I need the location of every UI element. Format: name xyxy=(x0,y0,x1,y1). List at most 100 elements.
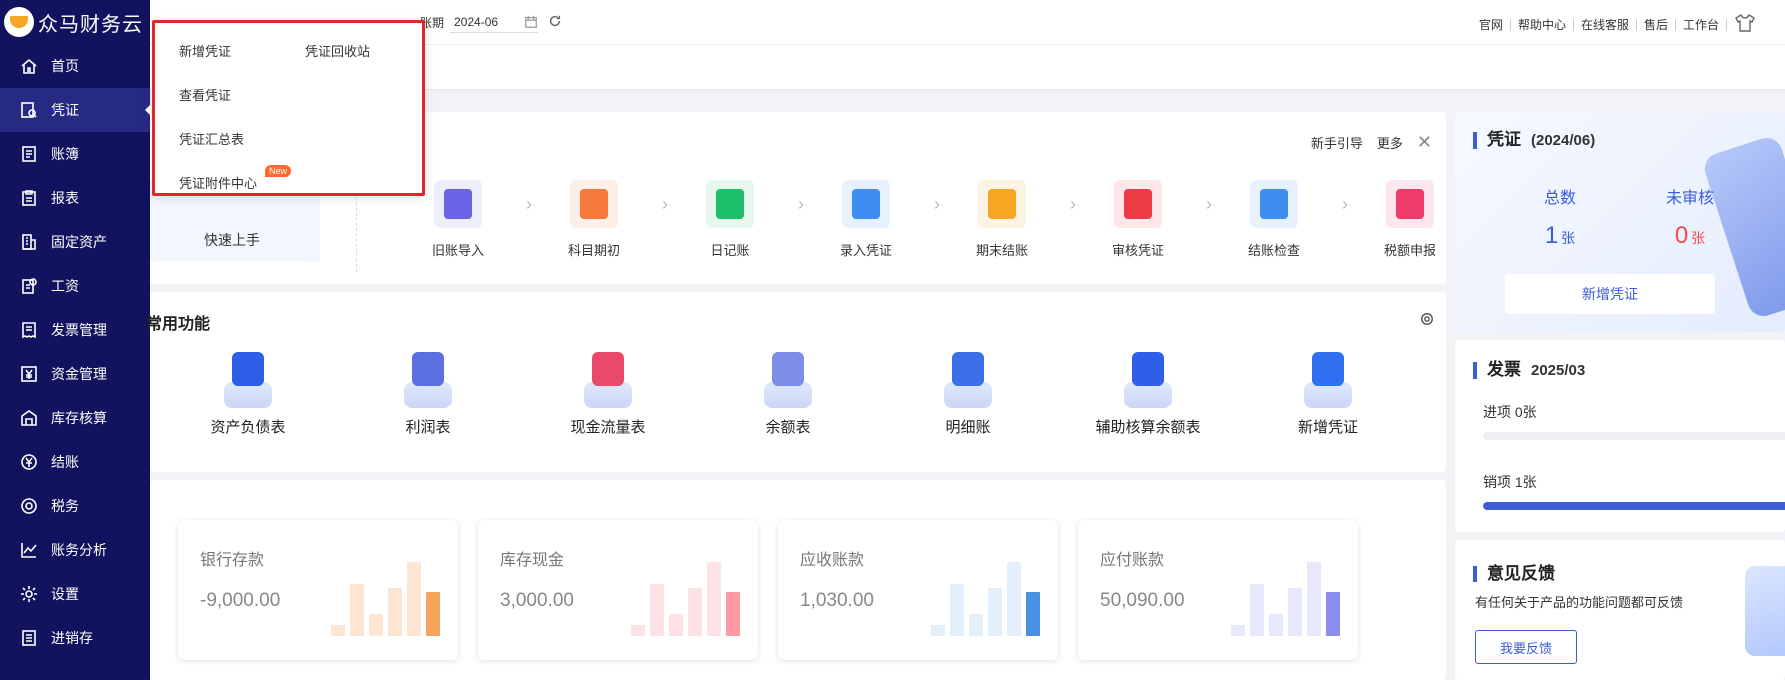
ledger-icon xyxy=(20,145,38,163)
sidebar-item-4[interactable]: 固定资产 xyxy=(0,220,150,264)
sidebar-item-12[interactable]: 设置 xyxy=(0,572,150,616)
stat-title: 应收账款 xyxy=(800,552,865,569)
gear-icon xyxy=(20,585,38,603)
step-label: 结账检查 xyxy=(1247,243,1300,258)
mini-bar xyxy=(407,562,421,636)
output-invoice-bar xyxy=(1483,502,1785,510)
sidebar-item-label: 首页 xyxy=(51,58,79,74)
calendar-icon[interactable] xyxy=(524,15,538,29)
top-links: 官网 帮助中心 在线客服 售后 工作台 xyxy=(1472,14,1755,35)
more-link[interactable]: 更多 xyxy=(1377,133,1403,152)
step-4[interactable]: 期末结账 › xyxy=(934,180,1076,259)
sidebar-item-1[interactable]: 凭证 xyxy=(0,88,151,132)
menu-voucher-recycle-bin[interactable]: 凭证回收站 xyxy=(305,41,370,60)
stat-card-0[interactable]: 银行存款 -9,000.00 xyxy=(178,520,458,660)
settings-gear-icon[interactable] xyxy=(1420,312,1434,329)
mini-bar xyxy=(1026,592,1040,636)
invoice-icon xyxy=(20,321,38,339)
sidebar-item-11[interactable]: 账务分析 xyxy=(0,528,150,572)
common-function-4[interactable]: 明细账 xyxy=(878,350,1058,437)
stat-card-1[interactable]: 库存现金 3,000.00 xyxy=(478,520,758,660)
function-label: 明细账 xyxy=(945,419,991,436)
stat-value: 50,090.00 xyxy=(1100,590,1185,611)
common-function-0[interactable]: 资产负债表 xyxy=(158,350,338,437)
common-function-3[interactable]: 余额表 xyxy=(698,350,878,437)
mini-bar xyxy=(388,588,402,636)
sidebar-item-2[interactable]: 账簿 xyxy=(0,132,150,176)
mini-bar xyxy=(669,614,683,636)
stat-title: 银行存款 xyxy=(200,552,265,569)
yen-icon xyxy=(20,365,38,383)
sidebar-item-7[interactable]: 资金管理 xyxy=(0,352,150,396)
account-stats-card: 银行存款 -9,000.00 库存现金 3,000.00 应收账款 1,030.00 应付账… xyxy=(150,480,1446,680)
sidebar-item-5[interactable]: 工资 xyxy=(0,264,150,308)
menu-voucher-summary[interactable]: 凭证汇总表 xyxy=(179,129,244,148)
step-6[interactable]: 结账检查 › xyxy=(1206,180,1348,259)
common-function-1[interactable]: 利润表 xyxy=(338,350,518,437)
function-label: 新增凭证 xyxy=(1297,419,1358,436)
voucher-total[interactable]: 总数 1张 xyxy=(1500,184,1620,250)
mini-bar xyxy=(1307,562,1321,636)
sidebar-item-label: 发票管理 xyxy=(51,322,107,338)
step-icon xyxy=(1114,180,1162,228)
add-voucher-button[interactable]: 新增凭证 xyxy=(1505,274,1715,314)
mini-bar xyxy=(1007,562,1021,636)
sidebar-item-3[interactable]: 报表 xyxy=(0,176,150,220)
step-3[interactable]: 录入凭证 › xyxy=(798,180,940,259)
output-invoice-label: 销项 1张 xyxy=(1483,474,1537,490)
step-2[interactable]: 日记账 › xyxy=(662,180,804,259)
voucher-unaudited[interactable]: 未审核 0张 xyxy=(1630,184,1750,250)
link-after-sales[interactable]: 售后 xyxy=(1637,18,1676,31)
give-feedback-button[interactable]: 我要反馈 xyxy=(1475,630,1577,664)
menu-add-voucher[interactable]: 新增凭证 xyxy=(179,41,231,60)
app-logo[interactable]: 众马财务云 xyxy=(0,0,150,44)
stat-card-2[interactable]: 应收账款 1,030.00 xyxy=(778,520,1058,660)
menu-voucher-attachment-center[interactable]: 凭证附件中心 xyxy=(179,173,257,192)
sidebar-item-6[interactable]: 发票管理 xyxy=(0,308,150,352)
link-workbench[interactable]: 工作台 xyxy=(1676,18,1727,31)
function-icon xyxy=(398,350,458,408)
feedback-card-title: 意见反馈 xyxy=(1473,565,1555,582)
sidebar-item-0[interactable]: 首页 xyxy=(0,44,150,88)
sidebar-item-8[interactable]: 库存核算 xyxy=(0,396,150,440)
link-help-center[interactable]: 帮助中心 xyxy=(1511,18,1574,31)
warehouse-icon xyxy=(20,409,38,427)
sidebar-item-label: 税务 xyxy=(51,498,79,514)
sidebar-item-9[interactable]: 结账 xyxy=(0,440,150,484)
step-5[interactable]: 审核凭证 › xyxy=(1070,180,1212,259)
mini-bar xyxy=(631,625,645,636)
voucher-summary-card: 凭证 (2024/06) 总数 1张 未审核 0张 新增凭证 xyxy=(1455,112,1785,332)
common-functions-card: 常用功能 资产负债表 利润表 现金流量表 余额表 明细账 辅助核算余额表 新增凭证 xyxy=(146,292,1446,472)
step-icon xyxy=(434,180,482,228)
sidebar: 众马财务云 首页凭证 账簿 报表 固定资产 工资发票管理资金管理 库存核算 结账税务账务分析… xyxy=(0,0,151,680)
stat-title: 应付账款 xyxy=(1100,552,1165,569)
inventory-icon xyxy=(20,629,38,647)
voucher-total-unit: 张 xyxy=(1561,230,1576,246)
step-label: 旧账导入 xyxy=(431,243,484,258)
function-icon xyxy=(1298,350,1358,408)
menu-view-voucher[interactable]: 查看凭证 xyxy=(179,85,231,104)
refresh-icon[interactable] xyxy=(538,14,562,31)
theme-shirt-icon[interactable] xyxy=(1727,14,1755,35)
sidebar-item-10[interactable]: 税务 xyxy=(0,484,150,528)
stat-card-3[interactable]: 应付账款 50,090.00 xyxy=(1078,520,1358,660)
mini-bar xyxy=(1288,588,1302,636)
common-function-6[interactable]: 新增凭证 xyxy=(1238,350,1418,437)
link-official-site[interactable]: 官网 xyxy=(1472,18,1511,31)
period-input[interactable]: 2024-06 xyxy=(450,11,539,33)
function-icon xyxy=(938,350,998,408)
function-icon xyxy=(578,350,638,408)
close-icon[interactable]: ✕ xyxy=(1417,132,1432,153)
common-function-2[interactable]: 现金流量表 xyxy=(518,350,698,437)
period-selector[interactable]: 账期 2024-06 xyxy=(420,11,562,33)
sidebar-item-13[interactable]: 进销存 xyxy=(0,616,150,660)
mini-bar xyxy=(988,588,1002,636)
beginner-guide-link[interactable]: 新手引导 xyxy=(1311,133,1363,152)
quick-start-label: 快速上手 xyxy=(204,232,260,248)
report-icon xyxy=(20,189,38,207)
step-1[interactable]: 科目期初 › xyxy=(526,180,668,259)
common-function-5[interactable]: 辅助核算余额表 xyxy=(1058,350,1238,437)
voucher-card-period: (2024/06) xyxy=(1531,132,1596,149)
voucher-unaudited-number: 0 xyxy=(1674,222,1689,249)
link-online-service[interactable]: 在线客服 xyxy=(1574,18,1637,31)
